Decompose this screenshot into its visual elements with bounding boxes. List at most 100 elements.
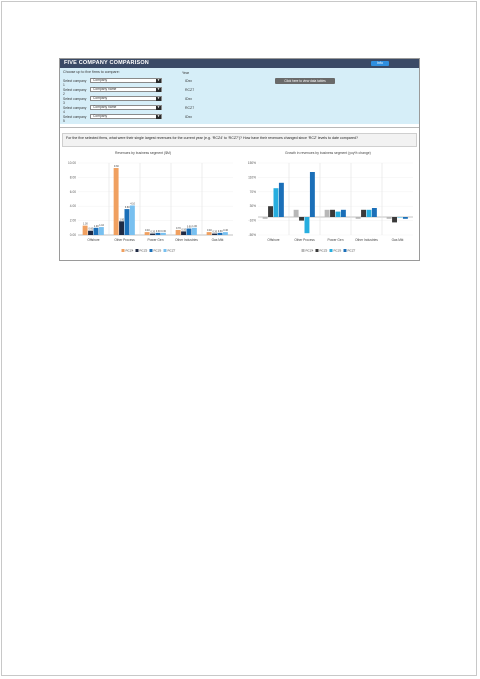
x-tick-label: Offshore bbox=[267, 238, 279, 242]
y-tick-label: 4.00 bbox=[70, 204, 76, 208]
company-select-1[interactable]: Company ▼ bbox=[90, 78, 162, 83]
bar bbox=[278, 182, 284, 217]
year-header: Year bbox=[182, 71, 190, 75]
bar bbox=[217, 232, 223, 235]
bar bbox=[397, 217, 403, 218]
bar bbox=[340, 209, 346, 217]
bar bbox=[371, 208, 377, 217]
bar bbox=[93, 227, 99, 235]
data-label: 1.10 bbox=[99, 224, 104, 227]
x-tick-label: Power Gen bbox=[328, 238, 344, 242]
bar bbox=[299, 217, 304, 221]
select-value: Company bbox=[93, 114, 108, 118]
bar bbox=[293, 209, 299, 217]
x-tick-label: Other Process bbox=[294, 238, 315, 242]
select-value: Company name bbox=[93, 87, 117, 91]
data-label: 0.50 bbox=[181, 228, 186, 231]
chevron-down-icon[interactable]: ▼ bbox=[156, 96, 161, 101]
bar bbox=[191, 227, 197, 235]
chevron-down-icon[interactable]: ▼ bbox=[156, 78, 161, 83]
divider bbox=[60, 127, 419, 128]
x-tick-label: Power Gen bbox=[148, 238, 164, 242]
chart-1-title: Revenues by business segment ($M) bbox=[115, 151, 171, 155]
bar bbox=[335, 211, 341, 217]
bar bbox=[212, 233, 217, 235]
panel-header: FIVE COMPANY COMPARISON Info bbox=[60, 59, 419, 68]
legend-label: RCZ5 bbox=[140, 249, 148, 253]
company-select-5[interactable]: Company ▼ bbox=[90, 114, 162, 119]
y-tick-label: 70% bbox=[250, 190, 257, 194]
question-box: For the five selected firms, what were t… bbox=[62, 133, 417, 147]
panel-title: FIVE COMPANY COMPARISON bbox=[64, 60, 149, 66]
filter-area: Choose up to five firms to compare: Year… bbox=[60, 68, 419, 124]
y-tick-label: 6.00 bbox=[70, 190, 76, 194]
bar bbox=[186, 228, 192, 235]
filter-label: Select company 3 bbox=[63, 97, 87, 105]
select-value: Company bbox=[93, 96, 108, 100]
y-tick-label: 8.00 bbox=[70, 175, 76, 179]
legend-label: RCZ7 bbox=[168, 249, 176, 253]
company-select-4[interactable]: Company name ▼ bbox=[90, 105, 162, 110]
bar bbox=[88, 230, 93, 235]
bar bbox=[273, 188, 279, 217]
y-tick-label: 2.00 bbox=[70, 219, 76, 223]
y-tick-label: -50% bbox=[249, 233, 257, 237]
bar bbox=[150, 233, 155, 235]
data-label: 4.10 bbox=[130, 202, 135, 205]
select-value: Company name bbox=[93, 105, 117, 109]
bar bbox=[262, 217, 268, 219]
bar bbox=[119, 221, 124, 235]
bar bbox=[330, 209, 335, 217]
bar bbox=[392, 217, 397, 223]
bar bbox=[181, 231, 186, 235]
bar bbox=[206, 232, 212, 235]
year-code: IDxx bbox=[185, 79, 192, 83]
filter-label: Select company 1 bbox=[63, 79, 87, 87]
legend-label: RCZ5 bbox=[320, 249, 328, 253]
data-label: 0.30 bbox=[161, 230, 166, 233]
legend-swatch bbox=[329, 249, 333, 252]
x-tick-label: Gas Mkt bbox=[212, 238, 224, 242]
legend-swatch bbox=[163, 249, 167, 252]
x-tick-label: Offshore bbox=[87, 238, 99, 242]
growth-bar-chart: -50% -10% 30% 70% 110% 150% Offshore Other Proc… bbox=[248, 161, 413, 253]
legend-swatch bbox=[301, 249, 305, 252]
x-tick-label: Other Industries bbox=[175, 238, 198, 242]
y-tick-label: 30% bbox=[250, 204, 257, 208]
chevron-down-icon[interactable]: ▼ bbox=[156, 114, 161, 119]
bar bbox=[144, 232, 150, 235]
chart-2-title: Growth in revenues by business segment (… bbox=[285, 151, 371, 155]
legend-swatch bbox=[149, 249, 153, 252]
y-tick-label: 110% bbox=[248, 175, 256, 179]
year-code: IDxx bbox=[185, 97, 192, 101]
chevron-down-icon[interactable]: ▼ bbox=[156, 87, 161, 92]
legend-label: RCZ4 bbox=[126, 249, 134, 253]
company-select-2[interactable]: Company name ▼ bbox=[90, 87, 162, 92]
legend-swatch bbox=[121, 249, 125, 252]
filter-intro: Choose up to five firms to compare: bbox=[63, 70, 120, 74]
filter-label: Select company 4 bbox=[63, 106, 87, 114]
x-tick-label: Other Process bbox=[114, 238, 135, 242]
company-select-3[interactable]: Company ▼ bbox=[90, 96, 162, 101]
bar bbox=[386, 217, 392, 219]
bar bbox=[361, 209, 366, 217]
view-data-button[interactable]: Click here to view data tables bbox=[275, 78, 335, 84]
legend-label: RCZ6 bbox=[154, 249, 162, 253]
revenue-bar-chart: 0.00 2.00 4.00 6.00 8.00 10.00 1.300.60 1.00 1.1… bbox=[68, 161, 233, 253]
data-label: 9.30 bbox=[114, 165, 119, 168]
bar bbox=[309, 172, 315, 217]
bar bbox=[82, 225, 88, 235]
legend-swatch bbox=[135, 249, 139, 252]
year-code: RCZ7 bbox=[185, 106, 195, 110]
info-button[interactable]: Info bbox=[371, 61, 389, 66]
bar bbox=[129, 205, 135, 235]
bar bbox=[113, 168, 119, 235]
y-tick-label: 0.00 bbox=[70, 233, 76, 237]
year-code: IDxx bbox=[185, 115, 192, 119]
bar bbox=[366, 209, 372, 217]
chevron-down-icon[interactable]: ▼ bbox=[156, 105, 161, 110]
x-tick-label: Other Industries bbox=[355, 238, 378, 242]
legend-swatch bbox=[343, 249, 347, 252]
legend-label: RCZ7 bbox=[348, 249, 356, 253]
bar bbox=[222, 232, 228, 235]
